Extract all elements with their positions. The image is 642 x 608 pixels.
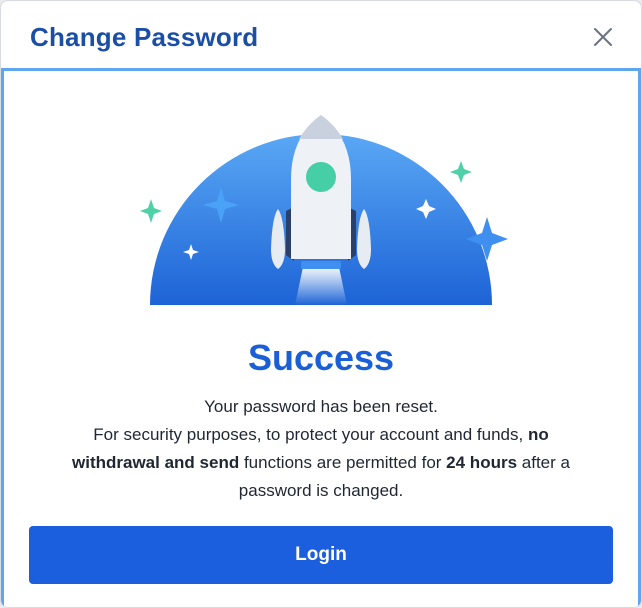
change-password-dialog: Change Password Success Your password ha… xyxy=(0,0,642,608)
success-heading: Success xyxy=(247,337,395,378)
message-bold-duration: 24 hours xyxy=(446,453,518,472)
message-line-3-suffix: after a xyxy=(521,453,570,472)
message-line-3: withdrawal and send functions are permit… xyxy=(41,449,601,477)
dialog-title: Change Password xyxy=(30,22,259,52)
close-icon[interactable] xyxy=(591,25,615,49)
message-line-4: password is changed. xyxy=(238,481,404,500)
login-button[interactable]: Login xyxy=(29,526,613,584)
success-message: Your password has been reset. For securi… xyxy=(41,393,601,505)
message-line-2-bold: no xyxy=(527,425,549,444)
message-bold-restriction: withdrawal and send xyxy=(72,453,240,472)
rocket-launch-icon xyxy=(131,109,511,309)
message-line-3-text: functions are permitted for xyxy=(243,453,442,472)
message-line-2-text: For security purposes, to protect your a… xyxy=(93,425,524,444)
message-line-1: Your password has been reset. xyxy=(204,397,438,416)
dialog-header: Change Password xyxy=(1,1,641,71)
message-line-2: For security purposes, to protect your a… xyxy=(41,421,601,449)
